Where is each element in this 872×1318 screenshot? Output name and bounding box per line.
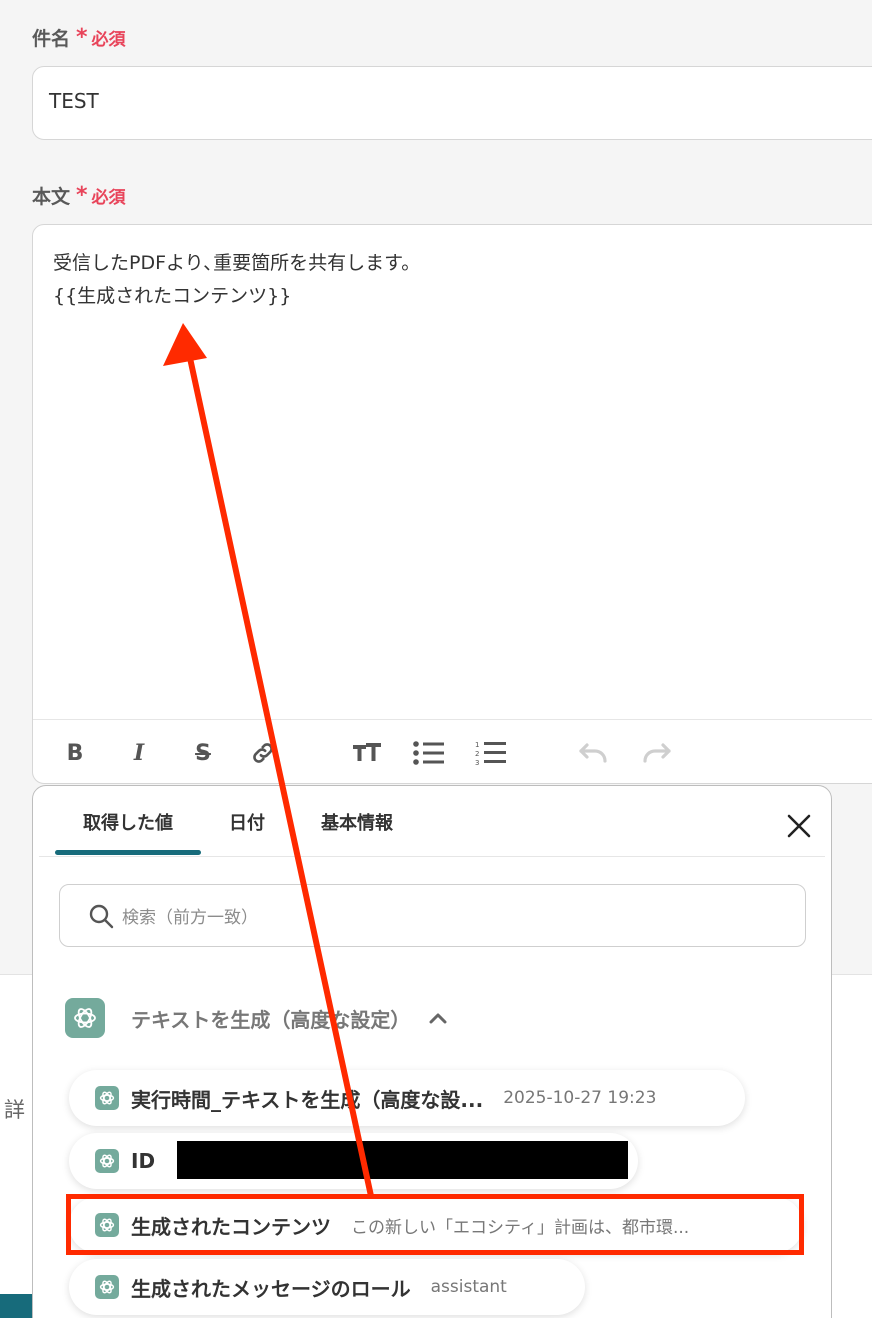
item-name: 実行時間_テキストを生成（高度な設... [131,1087,484,1112]
body-label-text: 本文 [32,186,71,208]
editor-toolbar: B I S 123 [33,719,872,783]
undo-icon [579,743,607,763]
tab-acquired-values[interactable]: 取得した値 [55,786,201,857]
subject-label: 件名 * 必須 [32,24,126,51]
tab-date[interactable]: 日付 [207,786,287,857]
bullet-list-icon [413,741,444,765]
svg-text:1: 1 [475,741,479,749]
left-accent-bar [0,1294,32,1318]
item-value: assistant [430,1277,507,1297]
numbered-list-button[interactable]: 123 [471,733,511,773]
close-icon [787,814,811,838]
right-background-strip [832,974,872,1318]
strikethrough-button[interactable]: S [183,733,223,773]
body-line-2: {{生成されたコンテンツ}} [53,285,292,307]
group-header-text-generation[interactable]: テキストを生成（高度な設定） [65,998,448,1038]
link-icon [253,743,273,763]
required-text: 必須 [91,30,126,50]
redo-icon [643,743,671,763]
chevron-up-icon[interactable] [428,1011,448,1025]
bold-button[interactable]: B [55,733,95,773]
search-icon [89,904,114,928]
body-text[interactable]: 受信したPDFより､重要箇所を共有します。 {{生成されたコンテンツ}} [53,247,420,313]
active-tab-indicator [55,850,201,855]
chatgpt-icon [95,1149,119,1173]
link-button[interactable] [243,733,283,773]
text-size-icon [353,743,381,761]
item-name: 生成されたメッセージのロール [131,1276,411,1301]
tab-basic-info[interactable]: 基本情報 [301,786,413,857]
required-star: * [76,25,88,50]
subject-label-text: 件名 [32,28,71,50]
subject-input[interactable]: TEST [32,66,872,140]
chatgpt-icon [65,998,105,1038]
item-name: ID [131,1149,156,1173]
italic-button[interactable]: I [119,733,159,773]
item-value: 2025-10-27 19:23 [503,1088,657,1108]
redacted-block [177,1141,628,1179]
undo-button[interactable] [573,733,613,773]
search-placeholder: 検索（前方一致） [122,908,258,928]
panel-tabs: 取得した値 日付 基本情報 [39,786,825,857]
text-size-button[interactable] [347,733,387,773]
redo-button[interactable] [637,733,677,773]
chatgpt-icon [95,1275,119,1299]
close-button[interactable] [781,808,817,844]
chatgpt-icon [95,1086,119,1110]
body-label: 本文 * 必須 [32,182,126,209]
required-star: * [76,183,88,208]
bullet-list-button[interactable] [409,733,449,773]
svg-text:2: 2 [475,750,479,758]
numbered-list-icon: 123 [475,741,506,766]
list-item[interactable]: 生成されたメッセージのロール assistant [69,1259,585,1315]
group-title: テキストを生成（高度な設定） [131,1007,411,1032]
left-strip-label: 詳 [4,1098,25,1122]
list-item[interactable]: 実行時間_テキストを生成（高度な設... 2025-10-27 19:23 [69,1070,745,1126]
body-editor[interactable]: 受信したPDFより､重要箇所を共有します。 {{生成されたコンテンツ}} B I… [32,224,872,784]
left-background-strip [0,974,32,1318]
required-text: 必須 [91,188,126,208]
search-input[interactable]: 検索（前方一致） [59,884,806,947]
body-line-1: 受信したPDFより､重要箇所を共有します。 [53,252,421,274]
svg-text:3: 3 [475,759,479,766]
highlight-box [66,1194,804,1255]
